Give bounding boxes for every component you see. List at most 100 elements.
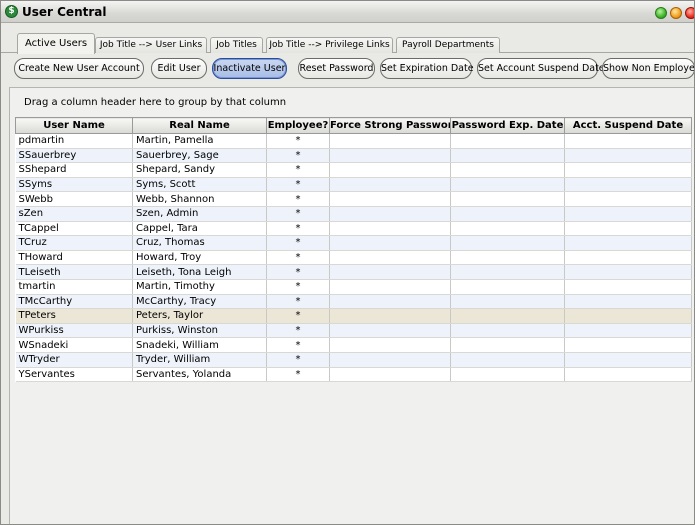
tab-payroll-departments[interactable]: Payroll Departments	[396, 37, 500, 53]
cell-user-name[interactable]: SShepard	[15, 162, 133, 178]
cell-force-strong-password[interactable]	[329, 352, 451, 368]
cell-password-exp-date[interactable]	[450, 206, 565, 222]
group-by-hint[interactable]: Drag a column header here to group by th…	[24, 97, 286, 108]
cell-user-name[interactable]: YServantes	[15, 367, 133, 383]
table-row[interactable]: SSauerbrey Sauerbrey, Sage *	[15, 148, 692, 164]
cell-user-name[interactable]: TCappel	[15, 221, 133, 237]
cell-force-strong-password[interactable]	[329, 337, 451, 353]
table-row[interactable]: TCruz Cruz, Thomas *	[15, 235, 692, 251]
cell-user-name[interactable]: THoward	[15, 250, 133, 266]
cell-real-name[interactable]: Cappel, Tara	[132, 221, 267, 237]
cell-real-name[interactable]: Cruz, Thomas	[132, 235, 267, 251]
cell-employee[interactable]: *	[266, 264, 330, 280]
cell-user-name[interactable]: WPurkiss	[15, 323, 133, 339]
table-row[interactable]: TPeters Peters, Taylor *	[15, 308, 692, 324]
cell-real-name[interactable]: Martin, Timothy	[132, 279, 267, 295]
set-account-suspend-date-button[interactable]: Set Account Suspend Date	[477, 58, 605, 79]
cell-employee[interactable]: *	[266, 235, 330, 251]
cell-acct-suspend-date[interactable]	[564, 337, 692, 353]
cell-password-exp-date[interactable]	[450, 235, 565, 251]
cell-real-name[interactable]: Webb, Shannon	[132, 191, 267, 207]
cell-real-name[interactable]: Servantes, Yolanda	[132, 367, 267, 383]
close-button[interactable]	[685, 7, 694, 19]
show-non-employees-button[interactable]: Show Non Employees	[602, 58, 694, 79]
cell-acct-suspend-date[interactable]	[564, 308, 692, 324]
cell-force-strong-password[interactable]	[329, 177, 451, 193]
cell-force-strong-password[interactable]	[329, 162, 451, 178]
cell-employee[interactable]: *	[266, 367, 330, 383]
cell-employee[interactable]: *	[266, 177, 330, 193]
cell-password-exp-date[interactable]	[450, 308, 565, 324]
cell-real-name[interactable]: Purkiss, Winston	[132, 323, 267, 339]
cell-force-strong-password[interactable]	[329, 279, 451, 295]
cell-acct-suspend-date[interactable]	[564, 177, 692, 193]
cell-employee[interactable]: *	[266, 191, 330, 207]
cell-force-strong-password[interactable]	[329, 148, 451, 164]
cell-password-exp-date[interactable]	[450, 191, 565, 207]
cell-acct-suspend-date[interactable]	[564, 250, 692, 266]
cell-real-name[interactable]: McCarthy, Tracy	[132, 294, 267, 310]
cell-acct-suspend-date[interactable]	[564, 191, 692, 207]
edit-user-button[interactable]: Edit User	[151, 58, 207, 79]
column-header-password-exp-date[interactable]: Password Exp. Date	[450, 117, 565, 134]
cell-employee[interactable]: *	[266, 308, 330, 324]
cell-force-strong-password[interactable]	[329, 235, 451, 251]
cell-acct-suspend-date[interactable]	[564, 235, 692, 251]
cell-employee[interactable]: *	[266, 133, 330, 149]
table-row[interactable]: sZen Szen, Admin *	[15, 206, 692, 222]
cell-employee[interactable]: *	[266, 323, 330, 339]
column-header-real-name[interactable]: Real Name	[132, 117, 267, 134]
table-row[interactable]: pdmartin Martin, Pamella *	[15, 133, 692, 149]
cell-password-exp-date[interactable]	[450, 264, 565, 280]
cell-force-strong-password[interactable]	[329, 367, 451, 383]
cell-acct-suspend-date[interactable]	[564, 133, 692, 149]
cell-password-exp-date[interactable]	[450, 337, 565, 353]
cell-employee[interactable]: *	[266, 279, 330, 295]
cell-password-exp-date[interactable]	[450, 162, 565, 178]
cell-user-name[interactable]: SSyms	[15, 177, 133, 193]
table-row[interactable]: SSyms Syms, Scott *	[15, 177, 692, 193]
maximize-button[interactable]	[670, 7, 682, 19]
cell-real-name[interactable]: Syms, Scott	[132, 177, 267, 193]
create-new-user-button[interactable]: Create New User Account	[14, 58, 144, 79]
cell-acct-suspend-date[interactable]	[564, 367, 692, 383]
cell-force-strong-password[interactable]	[329, 308, 451, 324]
cell-real-name[interactable]: Peters, Taylor	[132, 308, 267, 324]
cell-user-name[interactable]: SWebb	[15, 191, 133, 207]
column-header-employee[interactable]: Employee?	[266, 117, 330, 134]
cell-employee[interactable]: *	[266, 206, 330, 222]
cell-user-name[interactable]: WSnadeki	[15, 337, 133, 353]
cell-force-strong-password[interactable]	[329, 323, 451, 339]
cell-real-name[interactable]: Martin, Pamella	[132, 133, 267, 149]
tab-active-users[interactable]: Active Users	[17, 33, 95, 54]
table-row[interactable]: YServantes Servantes, Yolanda *	[15, 367, 692, 383]
title-bar[interactable]: $ User Central	[1, 1, 694, 23]
table-row[interactable]: THoward Howard, Troy *	[15, 250, 692, 266]
cell-employee[interactable]: *	[266, 221, 330, 237]
cell-acct-suspend-date[interactable]	[564, 206, 692, 222]
cell-password-exp-date[interactable]	[450, 250, 565, 266]
cell-real-name[interactable]: Shepard, Sandy	[132, 162, 267, 178]
cell-force-strong-password[interactable]	[329, 221, 451, 237]
cell-password-exp-date[interactable]	[450, 148, 565, 164]
tab-job-title-privilege-links[interactable]: Job Title --> Privilege Links	[266, 37, 393, 53]
cell-password-exp-date[interactable]	[450, 133, 565, 149]
cell-real-name[interactable]: Sauerbrey, Sage	[132, 148, 267, 164]
reset-password-button[interactable]: Reset Password	[298, 58, 375, 79]
table-row[interactable]: WSnadeki Snadeki, William *	[15, 337, 692, 353]
cell-real-name[interactable]: Leiseth, Tona Leigh	[132, 264, 267, 280]
cell-user-name[interactable]: TLeiseth	[15, 264, 133, 280]
cell-password-exp-date[interactable]	[450, 323, 565, 339]
table-row[interactable]: WTryder Tryder, William *	[15, 352, 692, 368]
cell-force-strong-password[interactable]	[329, 250, 451, 266]
cell-employee[interactable]: *	[266, 162, 330, 178]
cell-password-exp-date[interactable]	[450, 294, 565, 310]
table-row[interactable]: tmartin Martin, Timothy *	[15, 279, 692, 295]
cell-acct-suspend-date[interactable]	[564, 264, 692, 280]
cell-force-strong-password[interactable]	[329, 191, 451, 207]
cell-user-name[interactable]: WTryder	[15, 352, 133, 368]
cell-employee[interactable]: *	[266, 148, 330, 164]
cell-force-strong-password[interactable]	[329, 206, 451, 222]
table-row[interactable]: TCappel Cappel, Tara *	[15, 221, 692, 237]
cell-password-exp-date[interactable]	[450, 352, 565, 368]
